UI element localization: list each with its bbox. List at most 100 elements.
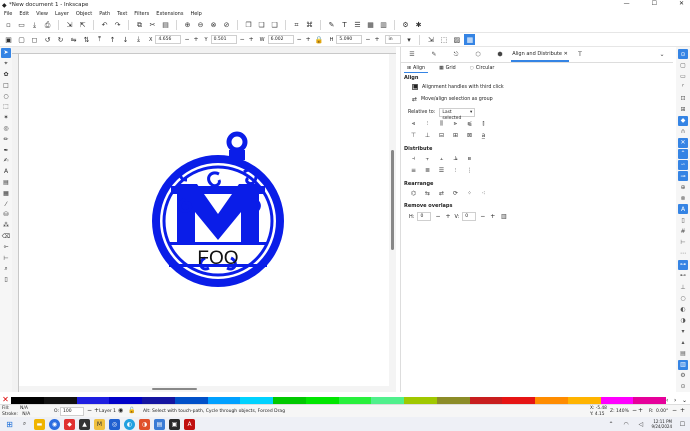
distribute-gaps-h-icon[interactable]: ⫡ — [451, 154, 460, 163]
tab-align-distribute[interactable]: Align and Distribute ✕ — [511, 48, 569, 62]
mesh-tool-icon[interactable]: ▦ — [1, 188, 11, 198]
align-top-edge-icon[interactable]: ⊠ — [465, 131, 474, 140]
color-swatch[interactable] — [11, 396, 44, 404]
subtab-circular[interactable]: ◌ Circular — [467, 65, 498, 72]
h-field[interactable]: 5.090 — [336, 35, 363, 44]
new-document-icon[interactable]: ▫ — [3, 20, 14, 31]
horizontal-scroll-thumb[interactable] — [152, 388, 197, 390]
color-swatch[interactable] — [305, 396, 339, 404]
menu-path[interactable]: Path — [99, 11, 110, 17]
y-minus[interactable]: − — [240, 36, 245, 43]
fill-stroke-icon[interactable]: ✎ — [326, 20, 337, 31]
align-top-edges-icon[interactable]: ⊥ — [423, 131, 432, 140]
design-artwork[interactable]: FOO — [19, 54, 389, 386]
tab-objects-icon[interactable]: ⬡ — [467, 48, 489, 62]
snap-clip-icon[interactable]: ◑ — [678, 315, 688, 325]
remove-overlaps-icon[interactable]: ▥ — [499, 212, 508, 221]
tab-fill-stroke-icon[interactable]: ✎ — [423, 48, 445, 62]
preferences-icon[interactable]: ⚙ — [400, 20, 411, 31]
group-icon[interactable]: ⌗ — [291, 20, 302, 31]
paint-bucket-tool-icon[interactable]: ⛁ — [1, 210, 11, 220]
color-swatch[interactable] — [404, 396, 437, 404]
pen-tool-icon[interactable]: ✒ — [1, 145, 11, 155]
align-baselines-icon[interactable]: a̲ — [479, 131, 488, 140]
distribute-top-edges-icon[interactable]: ≡ — [409, 166, 418, 175]
snap-grids-icon[interactable]: # — [678, 227, 688, 237]
layers-icon[interactable]: ☰ — [352, 20, 363, 31]
volume-icon[interactable]: ◁ — [635, 419, 646, 430]
calligraphy-tool-icon[interactable]: ✍ — [1, 156, 11, 166]
flip-horizontal-icon[interactable]: ⇋ — [68, 34, 79, 45]
clone-icon[interactable]: ❏ — [256, 20, 267, 31]
snap-path-mask-icon[interactable]: ◐ — [678, 304, 688, 314]
align-bottom-edge-icon[interactable]: ⊤ — [409, 131, 418, 140]
unclump-icon[interactable]: ⁖ — [479, 189, 488, 198]
palette-menu-icon[interactable]: ⌄ — [682, 397, 690, 404]
h-plus[interactable]: + — [374, 36, 379, 43]
open-icon[interactable]: ▭ — [16, 20, 27, 31]
undo-icon[interactable]: ↶ — [99, 20, 110, 31]
v-gap-minus[interactable]: − — [480, 213, 485, 220]
snap-bbox-corners-icon[interactable]: ⌜ — [678, 82, 688, 92]
distribute-right-edges-icon[interactable]: ⫠ — [437, 154, 446, 163]
color-swatch[interactable] — [338, 396, 372, 404]
lower-bottom-icon[interactable]: ⤓ — [133, 34, 144, 45]
unit-select[interactable]: in — [385, 35, 402, 44]
spiral-tool-icon[interactable]: ◎ — [1, 124, 11, 134]
exchange-clockwise-icon[interactable]: ⟳ — [451, 189, 460, 198]
eye-icon[interactable]: ◉ — [118, 407, 123, 414]
align-text-anchor-icon[interactable]: ⫾ — [479, 119, 488, 128]
snap-nodes-icon[interactable]: ◆ — [678, 115, 688, 126]
node-tool-icon[interactable]: ⌖ — [1, 59, 11, 69]
snap-page-border-icon[interactable]: ▯ — [678, 215, 688, 225]
color-swatch[interactable] — [142, 396, 175, 404]
wifi-icon[interactable]: ◠ — [620, 419, 631, 430]
graph-layout-icon[interactable]: ⌬ — [409, 189, 418, 198]
move-group-icon[interactable]: ⇄ — [412, 96, 417, 103]
v-gap-field[interactable]: 0 — [462, 212, 477, 221]
color-swatch[interactable] — [109, 396, 142, 404]
app-icon-dark[interactable]: ▣ — [169, 418, 180, 430]
dropper-tool-icon[interactable]: ⁄ — [1, 199, 11, 209]
deselect-icon[interactable]: ◻ — [29, 34, 40, 45]
snap-bbox-midpoints-icon[interactable]: ⊡ — [678, 93, 688, 103]
layer-indicator[interactable]: Layer 1 — [92, 409, 116, 414]
snap-midpoints-icon[interactable]: ⊸ — [678, 171, 688, 182]
maximize-icon[interactable]: ☐ — [652, 0, 657, 7]
zoom-tool-icon[interactable]: ⌕ — [1, 264, 11, 274]
vertical-scroll-thumb[interactable] — [391, 150, 394, 250]
snap-paths-icon[interactable]: ∩ — [678, 127, 688, 137]
lock-icon[interactable]: 🔓 — [128, 407, 135, 414]
color-swatch[interactable] — [371, 396, 404, 404]
relative-select[interactable]: Last selected ▾ — [439, 108, 476, 121]
lower-icon[interactable]: ↓ — [120, 34, 131, 45]
text-tool-icon[interactable]: A — [1, 167, 11, 177]
snap-guides-icon[interactable]: ⊢ — [678, 238, 688, 248]
chrome-icon[interactable]: ◉ — [49, 418, 60, 430]
color-swatch[interactable] — [76, 396, 110, 404]
distribute-gaps-v-icon[interactable]: ⫶ — [451, 166, 460, 175]
inkscape-taskbar-icon[interactable]: ▲ — [79, 418, 90, 430]
x-minus[interactable]: − — [184, 36, 189, 43]
color-swatch[interactable] — [240, 396, 273, 404]
app-icon-orange[interactable]: ◑ — [139, 418, 150, 430]
lock-ratio-icon[interactable]: 🔒 — [314, 34, 325, 45]
exchange-selection-icon[interactable]: ⇆ — [423, 189, 432, 198]
opacity-field[interactable]: 100 — [60, 407, 84, 416]
minimize-icon[interactable]: — — [624, 0, 630, 7]
fill-stroke-indicator[interactable]: Fill: N/A Stroke: N/A — [2, 406, 30, 417]
distribute-centers-h-icon[interactable]: ⫟ — [423, 154, 432, 163]
move-gradient-icon[interactable]: ▨ — [451, 34, 462, 45]
app-icon-red[interactable]: ◆ — [64, 418, 75, 430]
subtab-align[interactable]: ⊞ Align — [404, 65, 429, 73]
color-swatch[interactable] — [43, 396, 77, 404]
tray-chevron-icon[interactable]: ⌃ — [605, 419, 616, 430]
palette-scroll-right-icon[interactable]: › — [674, 397, 682, 404]
3d-box-tool-icon[interactable]: ⬚ — [1, 102, 11, 112]
snap-more-icon[interactable]: ▾ — [678, 326, 688, 336]
snap-popover-icon[interactable]: ▥ — [678, 359, 688, 370]
move-pattern-icon[interactable]: ▦ — [464, 34, 476, 45]
h-gap-field[interactable]: 0 — [417, 212, 432, 221]
zoom-drawing-icon[interactable]: ⊖ — [195, 20, 206, 31]
xml-editor-icon[interactable]: ▦ — [365, 20, 376, 31]
